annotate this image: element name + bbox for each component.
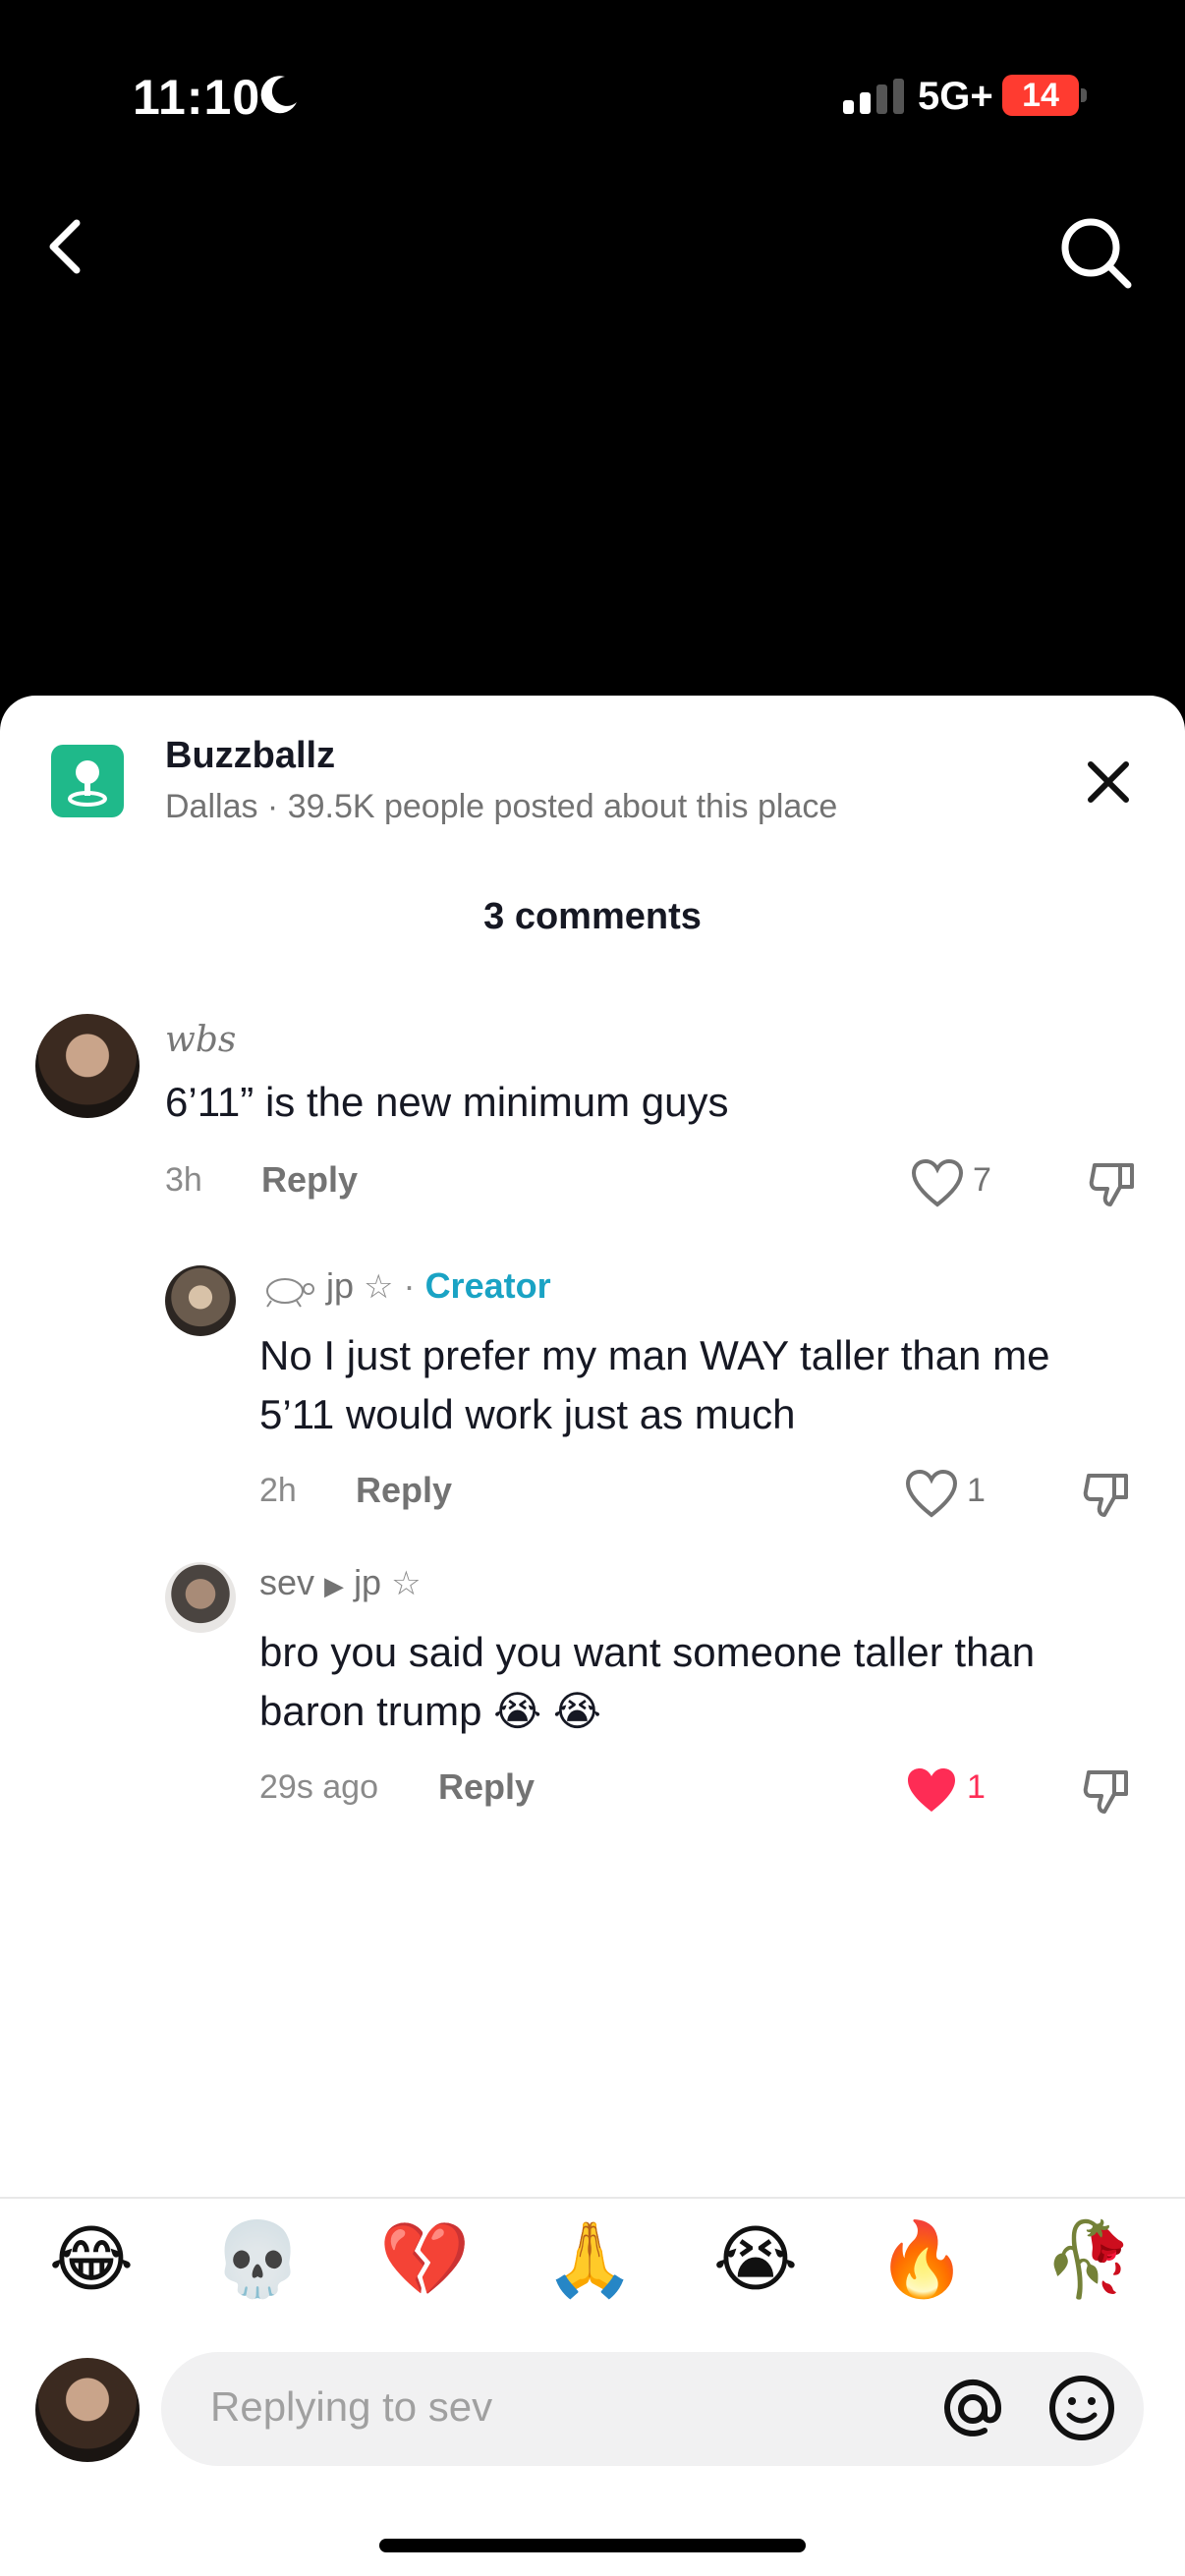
comments-count: 3 comments <box>483 896 702 937</box>
like-count: 7 <box>973 1161 991 1199</box>
at-icon[interactable] <box>937 2374 1008 2444</box>
creator-badge: Creator <box>424 1265 551 1306</box>
quick-emoji[interactable]: 😂 <box>47 2220 136 2299</box>
author-name[interactable]: sev <box>259 1562 314 1602</box>
status-time: 11:10 <box>133 70 261 125</box>
avatar[interactable] <box>165 1265 236 1336</box>
search-icon[interactable] <box>1051 208 1140 297</box>
separator-dot: · <box>403 1265 416 1306</box>
battery-level: 14 <box>1002 75 1079 116</box>
caret-right-icon: ▶ <box>324 1571 345 1600</box>
divider <box>0 2197 1185 2199</box>
smiley-icon[interactable] <box>1045 2372 1118 2444</box>
avatar[interactable] <box>165 1562 236 1633</box>
quick-emoji[interactable]: 🔥 <box>876 2220 967 2299</box>
back-chevron-icon[interactable] <box>39 211 98 280</box>
comment-author[interactable]: sev ▶ jp ☆ <box>259 1562 422 1603</box>
reply-button[interactable]: Reply <box>438 1766 535 1808</box>
comment-author[interactable]: jp ☆ · Creator <box>326 1265 551 1307</box>
signal-icon <box>843 79 904 114</box>
network-type: 5G+ <box>918 75 993 118</box>
quick-emoji[interactable]: 💀 <box>212 2220 303 2299</box>
comment-time: 3h <box>165 1161 202 1199</box>
location-pin-icon[interactable] <box>51 745 124 817</box>
quick-emoji[interactable]: 😭 <box>711 2220 800 2299</box>
heart-icon-liked[interactable] <box>904 1764 959 1816</box>
starfish-icon: ☆ <box>364 1268 394 1306</box>
reply-input-placeholder[interactable]: Replying to sev <box>210 2383 492 2431</box>
quick-emoji[interactable]: 💔 <box>379 2220 470 2299</box>
comment-time: 2h <box>259 1472 297 1509</box>
comment-text-line: No I just prefer my man WAY taller than … <box>259 1332 1050 1378</box>
reply-button[interactable]: Reply <box>261 1159 358 1201</box>
comment-text-line: bro you said you want someone taller tha… <box>259 1629 1036 1675</box>
dislike-icon[interactable] <box>1081 1764 1134 1818</box>
moon-icon <box>260 76 297 114</box>
quick-emoji[interactable]: 🥀 <box>1044 2220 1134 2299</box>
reply-button[interactable]: Reply <box>356 1470 452 1511</box>
like-count: 1 <box>967 1472 986 1509</box>
starfish-icon: ☆ <box>391 1565 422 1602</box>
comment-time: 29s ago <box>259 1768 378 1806</box>
comments-sheet: Buzzballz Dallas · 39.5K people posted a… <box>0 696 1185 2576</box>
status-bar: 11:10 5G+ 14 <box>0 0 1185 196</box>
dislike-icon[interactable] <box>1081 1468 1134 1521</box>
like-count: 1 <box>967 1768 986 1806</box>
close-icon[interactable] <box>1079 753 1138 812</box>
quick-emoji[interactable]: 🙏 <box>544 2220 635 2299</box>
comment-text: No I just prefer my man WAY taller than … <box>259 1326 1050 1444</box>
author-name[interactable]: jp <box>326 1265 354 1306</box>
comment-author[interactable]: wbs <box>165 1020 236 1060</box>
turtle-icon <box>266 1278 314 1308</box>
battery-nub <box>1081 88 1087 102</box>
home-indicator <box>379 2539 806 2552</box>
reply-input[interactable]: Replying to sev <box>161 2352 1144 2466</box>
place-title[interactable]: Buzzballz <box>165 735 335 777</box>
reply-to-name[interactable]: jp <box>354 1562 381 1602</box>
place-subtitle: Dallas · 39.5K people posted about this … <box>165 788 838 825</box>
comment-text-line: baron trump 😭 😭 <box>259 1688 601 1734</box>
heart-icon[interactable] <box>910 1157 965 1208</box>
dislike-icon[interactable] <box>1087 1157 1140 1210</box>
comment-text-line: 5’11 would work just as much <box>259 1391 796 1437</box>
avatar[interactable] <box>35 1014 140 1118</box>
heart-icon[interactable] <box>904 1468 959 1519</box>
comment-text: 6’11” is the new minimum guys <box>165 1079 729 1125</box>
comment-text: bro you said you want someone taller tha… <box>259 1623 1035 1741</box>
avatar[interactable] <box>35 2358 140 2462</box>
